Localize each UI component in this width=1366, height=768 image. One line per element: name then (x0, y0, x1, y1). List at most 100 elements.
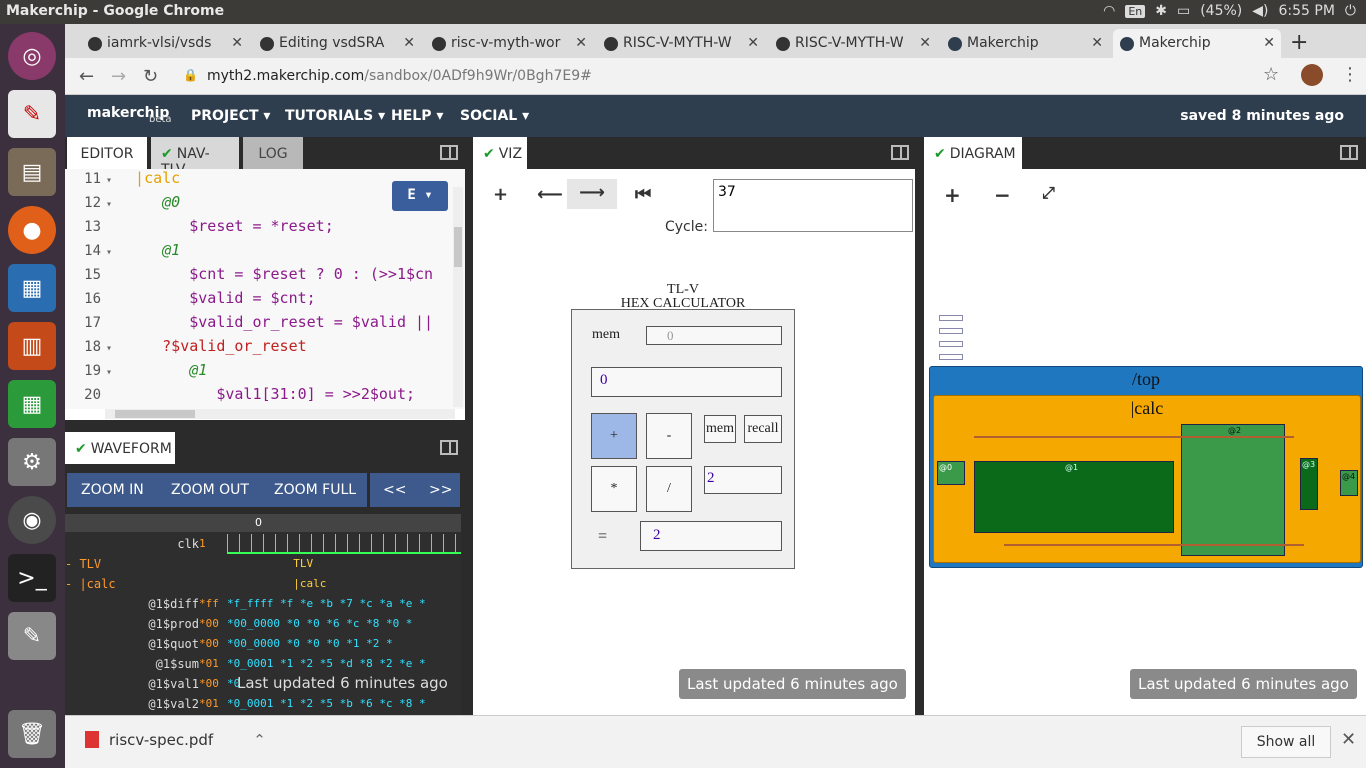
recall-key[interactable]: recall (744, 415, 782, 443)
menu-help[interactable]: HELP ▾ (391, 108, 443, 124)
zoom-in-icon[interactable]: + (493, 184, 508, 205)
close-icon[interactable]: ✕ (231, 35, 243, 51)
menu-social[interactable]: SOCIAL ▾ (460, 108, 529, 124)
language-indicator[interactable]: En (1125, 4, 1146, 18)
stage-4-box[interactable]: @4 (1340, 470, 1358, 496)
diagram-calc-pipeline[interactable]: |calc @0 @1 @2 @3 @4 (933, 395, 1361, 563)
tab-waveform[interactable]: ✔ WAVEFORM (65, 432, 175, 464)
plus-key[interactable]: + (591, 413, 637, 459)
zoom-out-icon[interactable]: − (994, 183, 1011, 207)
menu-tutorials[interactable]: TUTORIALS ▾ (285, 108, 385, 124)
scroll-left-button[interactable]: << (383, 473, 406, 507)
cycle-input[interactable]: 37 (713, 179, 913, 232)
wave-row: - TLV TLV (65, 557, 314, 571)
minus-key[interactable]: - (646, 413, 692, 459)
bookmark-star-icon[interactable]: ☆ (1263, 64, 1279, 85)
tab-github-5[interactable]: RISC-V-MYTH-W ✕ (769, 29, 937, 58)
tab-github-4[interactable]: RISC-V-MYTH-W ✕ (597, 29, 765, 58)
ubuntu-icon[interactable]: ◎ (8, 32, 56, 80)
mem-value: 0 (646, 326, 782, 345)
fit-icon[interactable]: ⤢ (1042, 183, 1055, 203)
system-top-bar: Makerchip - Google Chrome ◠ En ✱ ▭ (45%)… (0, 0, 1366, 24)
tab-makerchip-1[interactable]: Makerchip ✕ (941, 29, 1109, 58)
new-tab-button[interactable]: + (1290, 30, 1308, 55)
chrome-icon[interactable]: ◉ (8, 496, 56, 544)
divide-key[interactable]: / (646, 466, 692, 512)
download-item[interactable]: riscv-spec.pdf ⌃ (85, 731, 266, 749)
calc-icon[interactable]: ▦ (8, 380, 56, 428)
writer-icon[interactable]: ▦ (8, 264, 56, 312)
stage-3-box[interactable]: @3 (1300, 458, 1318, 510)
close-icon[interactable]: ✕ (403, 35, 415, 51)
close-icon[interactable]: ✕ (747, 35, 759, 51)
tab-nav-tlv[interactable]: ✔NAV-TLV (151, 137, 239, 178)
zoom-full-button[interactable]: ZOOM FULL (274, 473, 356, 507)
trash-icon[interactable]: 🗑 (8, 710, 56, 758)
reset-cycle-icon[interactable]: ⏮ (635, 184, 651, 205)
step-back-icon[interactable]: ⟵ (537, 184, 563, 205)
profile-avatar[interactable] (1301, 64, 1323, 86)
chevron-up-icon[interactable]: ⌃ (253, 731, 266, 749)
url-field[interactable]: 🔒 myth2.makerchip.com/sandbox/0ADf9h9Wr/… (171, 62, 1291, 91)
maximize-icon[interactable] (1340, 145, 1358, 160)
stage-1-box[interactable]: @1 (974, 461, 1174, 533)
impress-icon[interactable]: ▥ (8, 322, 56, 370)
battery-icon[interactable]: ▭ (1177, 3, 1190, 19)
zoom-out-button[interactable]: ZOOM OUT (171, 473, 249, 507)
diagram-tabs: ✔ DIAGRAM (924, 137, 1366, 169)
tab-editor[interactable]: EDITOR (67, 137, 147, 169)
volume-icon[interactable]: ◀) (1252, 3, 1268, 19)
menu-project[interactable]: PROJECT ▾ (191, 108, 270, 124)
firefox-icon[interactable]: ● (8, 206, 56, 254)
editor-hscroll[interactable] (105, 409, 455, 419)
close-icon[interactable]: ✕ (1341, 729, 1356, 750)
close-icon[interactable]: ✕ (575, 35, 587, 51)
tab-diagram[interactable]: ✔ DIAGRAM (924, 137, 1022, 169)
reload-icon[interactable]: ↻ (143, 66, 158, 87)
settings-icon[interactable]: ⚙ (8, 438, 56, 486)
back-icon[interactable]: ← (79, 66, 94, 87)
tab-makerchip-active[interactable]: Makerchip ✕ (1113, 29, 1281, 58)
tab-viz[interactable]: ✔ VIZ (473, 137, 527, 169)
wifi-icon[interactable]: ◠ (1103, 3, 1115, 19)
files-icon[interactable]: ▤ (8, 148, 56, 196)
forward-icon[interactable]: → (111, 66, 126, 87)
power-icon[interactable]: ⏻ (1345, 3, 1356, 19)
editor-vscroll[interactable] (453, 187, 463, 407)
tab-github-1[interactable]: iamrk-vlsi/vsds ✕ (81, 29, 249, 58)
clock[interactable]: 6:55 PM (1279, 3, 1335, 19)
multiply-key[interactable]: * (591, 466, 637, 512)
github-icon (260, 37, 274, 51)
code-line: 16 $valid = $cnt; (84, 289, 316, 307)
maximize-icon[interactable] (440, 440, 458, 455)
code-editor[interactable]: 11 ▾ |calc 12 ▾ @0 13 $reset = *reset; 14 ▾… (65, 169, 465, 409)
maximize-icon[interactable] (440, 145, 458, 160)
mem-key[interactable]: mem (704, 415, 736, 443)
text-editor-icon[interactable]: ✎ (8, 612, 56, 660)
lock-icon[interactable]: 🔒 (183, 68, 198, 82)
show-all-button[interactable]: Show all (1241, 726, 1331, 758)
scroll-right-button[interactable]: >> (429, 473, 452, 507)
makerchip-header: makerchip beta PROJECT ▾ TUTORIALS ▾ HEL… (65, 95, 1366, 137)
stage-0-box[interactable]: @0 (937, 461, 965, 485)
menu-dots-icon[interactable]: ⋮ (1341, 64, 1359, 85)
calc-label: |calc (1130, 398, 1164, 418)
window-title: Makerchip - Google Chrome (6, 3, 225, 19)
bluetooth-icon[interactable]: ✱ (1155, 3, 1167, 19)
stage-2-box[interactable]: @2 (1181, 424, 1285, 556)
zoom-in-button[interactable]: ZOOM IN (81, 473, 144, 507)
close-icon[interactable]: ✕ (919, 35, 931, 51)
tab-github-2[interactable]: Editing vsdSRA ✕ (253, 29, 421, 58)
close-icon[interactable]: ✕ (1263, 35, 1275, 51)
tab-log[interactable]: LOG (243, 137, 303, 169)
step-forward-icon[interactable]: ⟶ (567, 179, 617, 209)
diagram-top-module[interactable]: /top |calc @0 @1 @2 @3 @4 (929, 366, 1363, 568)
pdf-viewer-icon[interactable]: ✎ (8, 90, 56, 138)
editor-e-menu-button[interactable]: E ▾ (392, 181, 448, 211)
maximize-icon[interactable] (891, 145, 909, 160)
terminal-icon[interactable]: >_ (8, 554, 56, 602)
tab-github-3[interactable]: risc-v-myth-wor ✕ (425, 29, 593, 58)
close-icon[interactable]: ✕ (1091, 35, 1103, 51)
zoom-in-icon[interactable]: + (944, 183, 961, 207)
wire (974, 436, 1294, 438)
